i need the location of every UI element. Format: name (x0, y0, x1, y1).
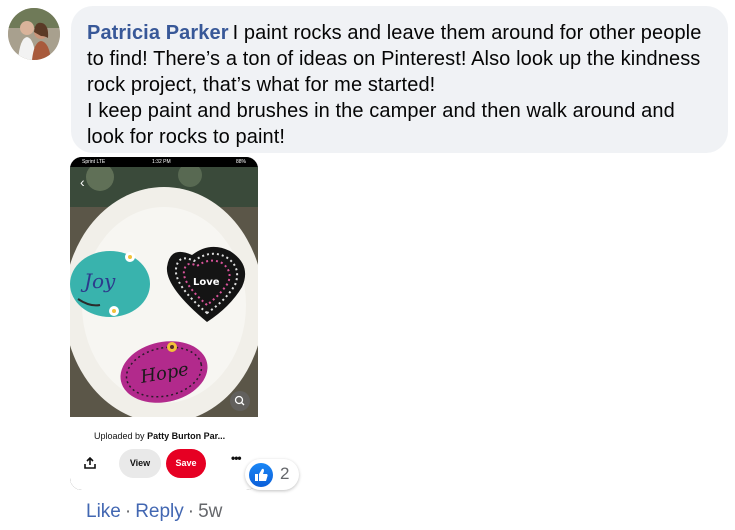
phone-status-bar: Sprint LTE 1:32 PM 88% (70, 157, 258, 167)
reply-link[interactable]: Reply (135, 501, 184, 522)
status-battery: 88% (235, 159, 246, 165)
commenter-avatar[interactable] (8, 8, 60, 60)
comment-image-attachment[interactable]: Sprint LTE 1:32 PM 88% Joy Love Hope ‹ U… (70, 157, 258, 490)
uploaded-prefix: Uploaded by (94, 431, 145, 441)
reaction-count: 2 (280, 464, 290, 483)
separator-dot: · (187, 501, 195, 522)
uploaded-by-text: Uploaded by Patty Burton Par... (94, 431, 225, 441)
status-time: 1:32 PM (152, 159, 171, 165)
like-link[interactable]: Like (86, 501, 121, 522)
status-carrier: Sprint LTE (82, 159, 106, 165)
reaction-summary[interactable]: 2 (245, 459, 299, 490)
comment-bubble: Patricia Parker I paint rocks and leave t… (71, 6, 728, 153)
separator-dot: · (124, 501, 132, 522)
comment-timestamp[interactable]: 5w (198, 501, 222, 522)
back-arrow-icon[interactable]: ‹ (80, 175, 85, 189)
rock-joy-label: Joy (80, 269, 116, 293)
avatar-photo (8, 8, 60, 60)
share-icon[interactable] (84, 457, 96, 469)
uploaded-by-name: Patty Burton Par... (147, 431, 226, 441)
view-button[interactable]: View (119, 449, 161, 478)
comment-text: Patricia Parker I paint rocks and leave t… (87, 20, 710, 150)
save-button[interactable]: Save (166, 449, 206, 478)
thumbs-up-icon (249, 463, 273, 487)
comment-body-line2: I keep paint and brushes in the camper a… (87, 100, 675, 148)
more-options-icon[interactable]: ••• (231, 451, 242, 465)
rock-love-label: Love (193, 277, 220, 288)
painted-rocks-photo: Joy Love Hope (70, 167, 258, 417)
visual-search-icon[interactable] (230, 391, 250, 411)
comment-actions: Like · Reply · 5w (86, 500, 222, 524)
comment-author[interactable]: Patricia Parker (87, 22, 229, 44)
pin-info-card: Uploaded by Patty Burton Par... View Sav… (70, 417, 258, 490)
